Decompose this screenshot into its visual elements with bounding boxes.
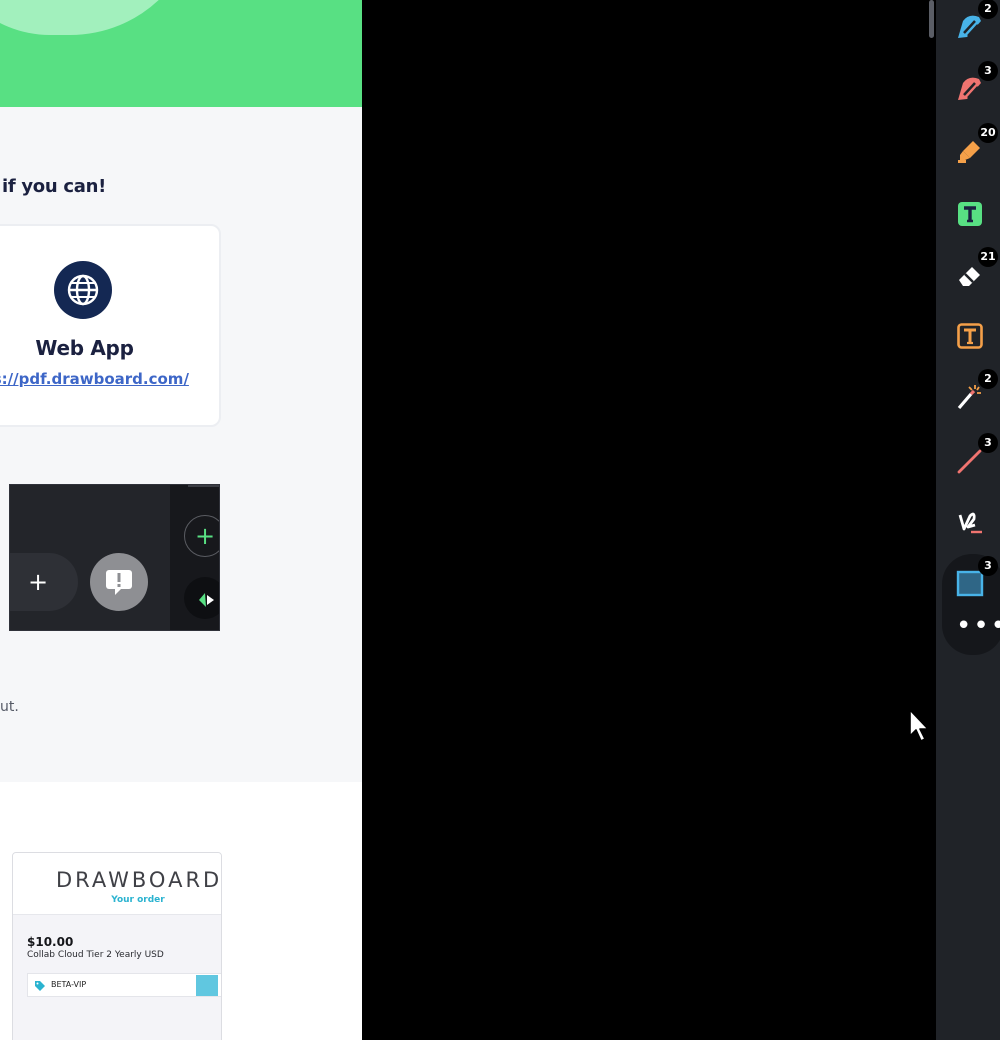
webapp-link[interactable]: ps://pdf.drawboard.com/ — [0, 370, 189, 388]
webapp-card: Web App ps://pdf.drawboard.com/ — [0, 224, 221, 427]
line-tool[interactable]: 3 — [950, 433, 998, 480]
tool-count-badge: 2 — [978, 369, 998, 389]
drawboard-brand: DRAWBOARD — [56, 868, 222, 892]
eraser-tool[interactable]: 21 — [950, 247, 998, 294]
more-tools-button[interactable]: ••• — [956, 613, 1000, 639]
signature-icon — [958, 512, 982, 534]
plus-icon: + — [28, 568, 49, 596]
text-highlight-tool[interactable] — [950, 194, 990, 234]
tag-icon — [34, 979, 46, 997]
document-page: if you can! Web App ps://pdf.drawboard.c… — [0, 0, 362, 1040]
drawboard-logo-icon — [184, 577, 219, 619]
tool-count-badge: 2 — [978, 0, 998, 19]
text-highlight-green-icon — [958, 202, 982, 226]
add-icon: + — [184, 515, 219, 557]
rectangle-tool[interactable]: 3 — [950, 556, 998, 603]
magic-wand-tool[interactable]: 2 — [950, 369, 998, 416]
order-plan: Collab Cloud Tier 2 Yearly USD — [27, 950, 164, 960]
coupon-code: BETA-VIP — [51, 980, 87, 989]
app-screenshot: + + — [9, 484, 220, 631]
feedback-icon — [90, 553, 148, 611]
order-price: $10.00 — [27, 935, 74, 949]
highlighter-blue-tool[interactable]: 2 — [950, 0, 998, 46]
mouse-cursor-icon — [909, 709, 929, 742]
coupon-apply-button — [196, 975, 218, 996]
text-box-tool[interactable] — [950, 316, 990, 356]
text-box-icon — [957, 323, 983, 349]
globe-icon — [54, 261, 112, 319]
annotation-toolbar: 2 3 20 21 2 3 3 ••• — [936, 0, 1000, 1040]
scrollbar[interactable] — [929, 0, 934, 38]
hero-banner — [0, 0, 362, 107]
marker-orange-tool[interactable]: 20 — [950, 123, 998, 170]
tool-count-badge: 20 — [978, 123, 998, 143]
order-screenshot: DRAWBOARD Your order $10.00 Collab Cloud… — [12, 852, 222, 1040]
tool-count-badge: 3 — [978, 433, 998, 453]
section-heading: if you can! — [2, 176, 106, 197]
tool-count-badge: 21 — [978, 247, 998, 267]
webapp-card-title: Web App — [35, 336, 134, 360]
signature-tool[interactable] — [950, 502, 990, 542]
highlighter-red-tool[interactable]: 3 — [950, 61, 998, 108]
order-subtitle: Your order — [111, 895, 165, 905]
coupon-field: BETA-VIP — [27, 973, 221, 997]
tool-count-badge: 3 — [978, 61, 998, 81]
order-section: DRAWBOARD Your order $10.00 Collab Cloud… — [0, 782, 362, 1040]
tool-count-badge: 3 — [978, 556, 998, 576]
paragraph-fragment: ut. — [0, 699, 19, 715]
